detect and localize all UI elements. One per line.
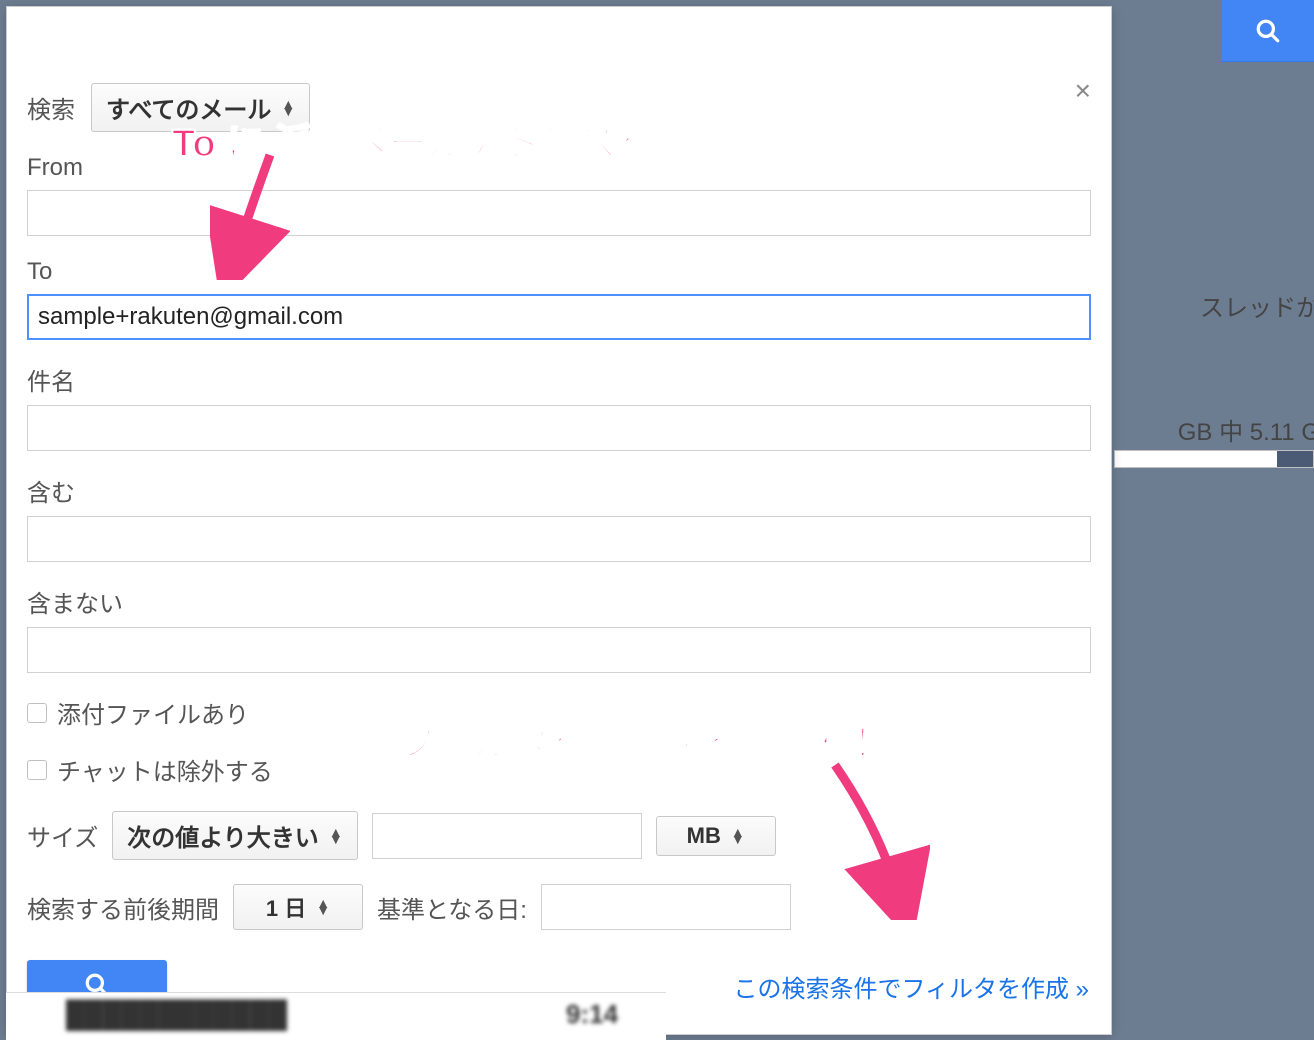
has-attachment-checkbox[interactable] [27, 703, 47, 723]
size-unit-select[interactable]: MB ▲▼ [656, 816, 776, 856]
header-search-button[interactable] [1222, 0, 1314, 62]
annotation-top: To に 派生メールアドレスを登録 [172, 112, 731, 167]
size-value-input[interactable] [372, 813, 642, 859]
to-label: To [27, 258, 1091, 286]
base-date-label: 基準となる日: [377, 890, 527, 925]
annotation-bottom: フィルタを作成すると便利！ [398, 712, 891, 767]
create-filter-link[interactable]: この検索条件でフィルタを作成 » [733, 969, 1089, 1004]
from-input[interactable] [27, 190, 1091, 236]
base-date-input[interactable] [541, 884, 791, 930]
size-row: サイズ 次の値より大きい ▲▼ MB ▲▼ [27, 811, 1091, 860]
period-row: 検索する前後期間 1 日 ▲▼ 基準となる日: [27, 884, 1091, 930]
subject-input[interactable] [27, 405, 1091, 451]
period-select[interactable]: 1 日 ▲▼ [233, 884, 363, 930]
has-words-input[interactable] [27, 516, 1091, 562]
updown-icon: ▲▼ [329, 829, 343, 843]
bg-storage-text: GB 中 5.11 G [1178, 412, 1314, 447]
arrow-icon [820, 760, 930, 920]
search-icon [1255, 18, 1281, 44]
exclude-chat-checkbox[interactable] [27, 760, 47, 780]
close-button[interactable]: × [1075, 77, 1091, 105]
arrow-icon [210, 150, 290, 280]
size-compare-select[interactable]: 次の値より大きい ▲▼ [112, 811, 357, 860]
storage-bar [1114, 450, 1314, 468]
size-compare-value: 次の値より大きい [127, 818, 319, 853]
bg-thread-text: スレッドか [1200, 288, 1314, 323]
size-unit-value: MB [687, 823, 721, 849]
has-attachment-label: 添付ファイルあり [57, 695, 249, 730]
period-value: 1 日 [266, 891, 306, 923]
to-input[interactable] [27, 294, 1091, 340]
size-label: サイズ [27, 818, 98, 853]
period-label: 検索する前後期間 [27, 890, 219, 925]
bg-time: 9:14 [566, 999, 618, 1030]
updown-icon: ▲▼ [731, 829, 745, 843]
not-has-words-input[interactable] [27, 627, 1091, 673]
not-has-words-label: 含まない [27, 584, 1091, 619]
updown-icon: ▲▼ [316, 900, 330, 914]
exclude-chat-label: チャットは除外する [57, 752, 273, 787]
has-words-label: 含む [27, 473, 1091, 508]
bg-list-row: ████████████ 9:14 [6, 992, 666, 1040]
subject-label: 件名 [27, 362, 1091, 397]
search-scope-label: 検索 [27, 90, 75, 125]
